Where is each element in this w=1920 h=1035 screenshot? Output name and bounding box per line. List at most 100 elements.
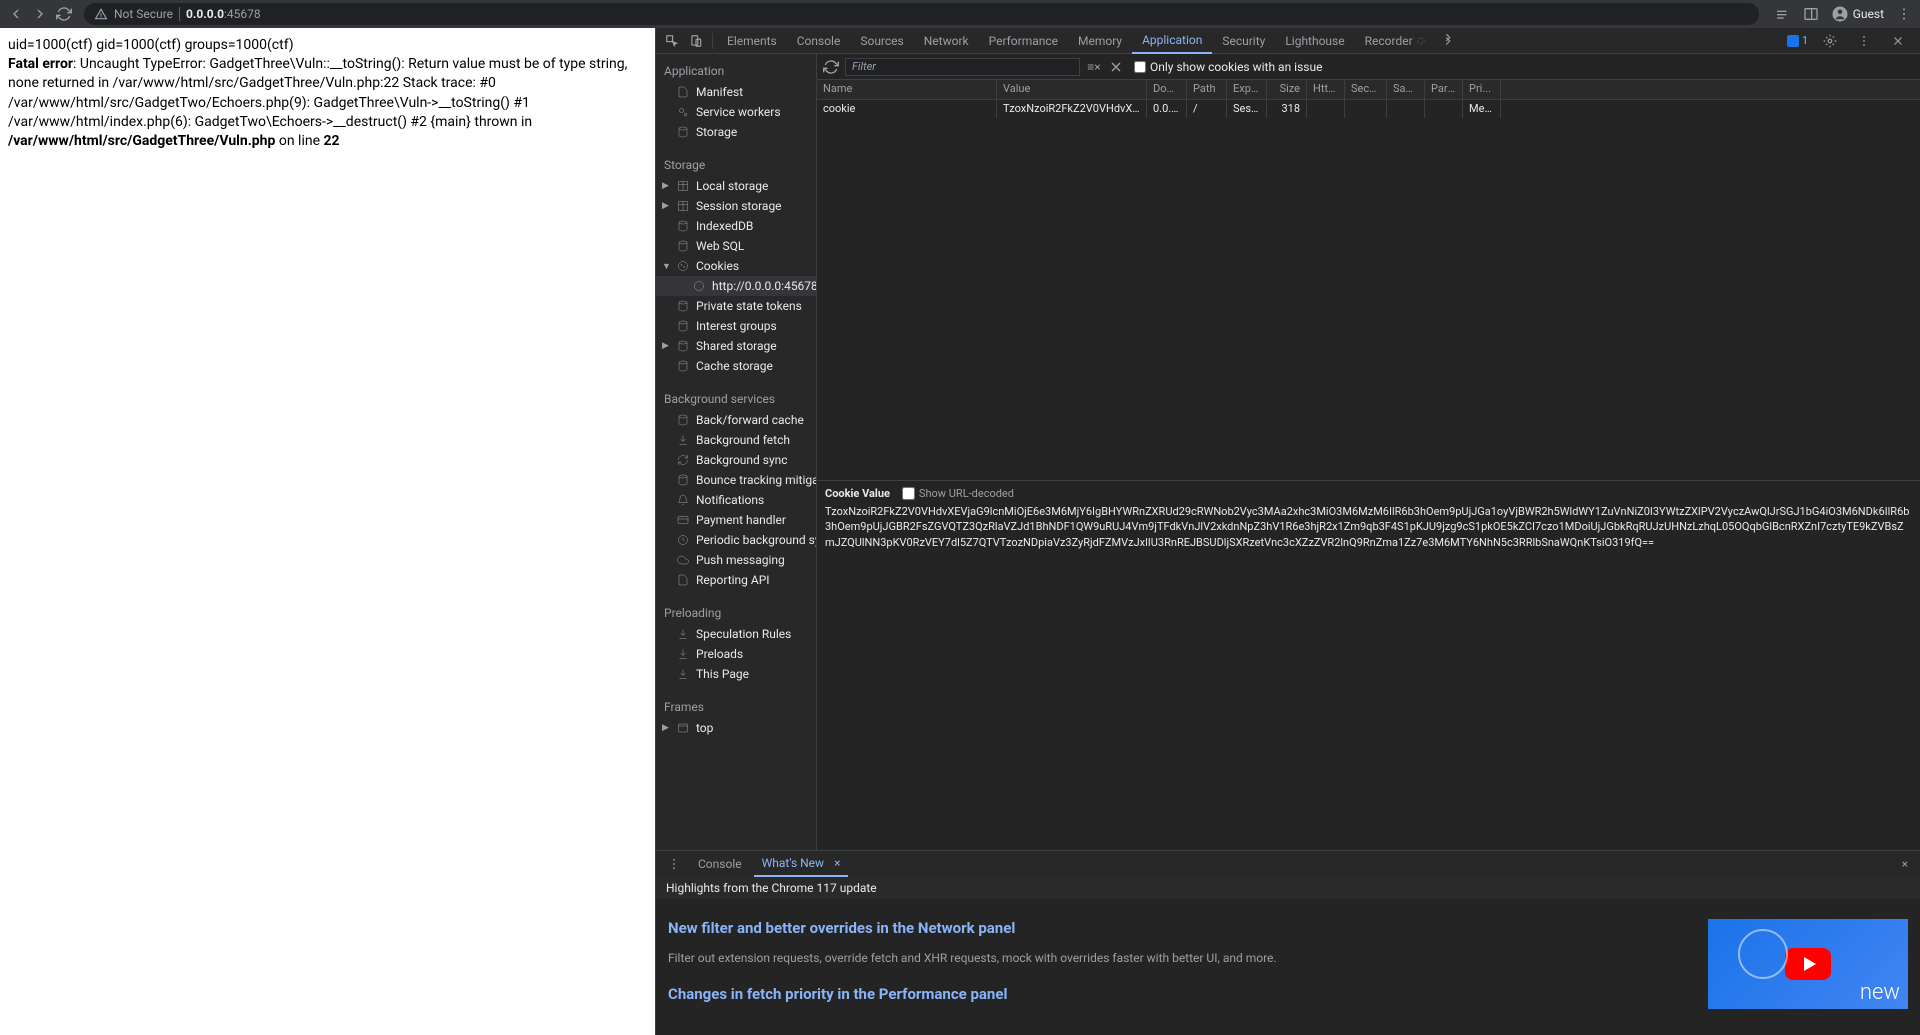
sidebar-item-bfcache[interactable]: Back/forward cache bbox=[656, 410, 816, 430]
only-issue-checkbox[interactable]: Only show cookies with an issue bbox=[1134, 60, 1322, 74]
sidebar-item-notifications[interactable]: Notifications bbox=[656, 490, 816, 510]
col-size[interactable]: Size bbox=[1267, 80, 1307, 99]
extensions-icon[interactable] bbox=[1775, 6, 1791, 22]
tab-sources[interactable]: Sources bbox=[850, 28, 913, 54]
col-secure[interactable]: Secure bbox=[1345, 80, 1387, 99]
drawer-tab-whatsnew[interactable]: What's New× bbox=[754, 851, 849, 877]
tab-application[interactable]: Application bbox=[1132, 28, 1212, 54]
section-background-services: Background services bbox=[656, 388, 816, 410]
cookie-value-panel: Cookie Value Show URL-decoded TzoxNzoiR2… bbox=[817, 480, 1920, 556]
more-tabs-icon[interactable] bbox=[1436, 34, 1460, 48]
application-sidebar: Application Manifest Service workers Sto… bbox=[656, 54, 817, 850]
panel-toggle-icon[interactable] bbox=[1803, 6, 1819, 22]
database-icon bbox=[676, 339, 690, 353]
sidebar-item-top[interactable]: ▶top bbox=[656, 718, 816, 738]
url-decoded-checkbox[interactable]: Show URL-decoded bbox=[902, 487, 1014, 500]
database-icon bbox=[676, 413, 690, 427]
forward-button[interactable] bbox=[32, 6, 48, 22]
sidebar-item-websql[interactable]: Web SQL bbox=[656, 236, 816, 256]
sidebar-item-interest-groups[interactable]: Interest groups bbox=[656, 316, 816, 336]
sidebar-item-reporting-api[interactable]: Reporting API bbox=[656, 570, 816, 590]
sidebar-item-service-workers[interactable]: Service workers bbox=[656, 102, 816, 122]
tab-lighthouse[interactable]: Lighthouse bbox=[1275, 28, 1354, 54]
sidebar-item-payment-handler[interactable]: Payment handler bbox=[656, 510, 816, 530]
drawer-subtitle: Highlights from the Chrome 117 update bbox=[656, 877, 1920, 899]
filter-input[interactable] bbox=[845, 58, 1080, 76]
cookie-table: Name Value Dom... Path Expir... Size Htt… bbox=[817, 80, 1920, 480]
devtools-drawer: Console What's New× × Highlights from th… bbox=[656, 850, 1920, 1035]
settings-icon[interactable] bbox=[1818, 34, 1842, 48]
tab-performance[interactable]: Performance bbox=[979, 28, 1068, 54]
section-storage: Storage bbox=[656, 154, 816, 176]
tab-recorder[interactable]: Recorder bbox=[1355, 28, 1436, 54]
section-frames: Frames bbox=[656, 696, 816, 718]
section-preloading: Preloading bbox=[656, 602, 816, 624]
sidebar-item-indexeddb[interactable]: IndexedDB bbox=[656, 216, 816, 236]
database-icon bbox=[676, 219, 690, 233]
file-icon bbox=[676, 85, 690, 99]
filter-regex-icon[interactable]: ≡× bbox=[1086, 59, 1102, 75]
close-devtools-icon[interactable] bbox=[1886, 34, 1910, 48]
col-path[interactable]: Path bbox=[1187, 80, 1227, 99]
col-name[interactable]: Name bbox=[817, 80, 997, 99]
sidebar-item-speculation-rules[interactable]: Speculation Rules bbox=[656, 624, 816, 644]
col-priority[interactable]: Pri... bbox=[1463, 80, 1501, 99]
profile-button[interactable]: Guest bbox=[1831, 5, 1884, 23]
refresh-icon[interactable] bbox=[823, 59, 839, 75]
reload-button[interactable] bbox=[56, 6, 72, 22]
whatsnew-video-thumb[interactable]: new bbox=[1708, 919, 1908, 1009]
sidebar-item-local-storage[interactable]: ▶Local storage bbox=[656, 176, 816, 196]
col-domain[interactable]: Dom... bbox=[1147, 80, 1187, 99]
sidebar-item-preloads[interactable]: Preloads bbox=[656, 644, 816, 664]
close-whatsnew-icon[interactable]: × bbox=[834, 856, 840, 870]
browser-toolbar: Not Secure 0.0.0.0:45678 Guest bbox=[0, 0, 1920, 28]
download-icon bbox=[676, 627, 690, 641]
sidebar-item-cookie-origin[interactable]: http://0.0.0.0:45678 bbox=[656, 276, 816, 296]
back-button[interactable] bbox=[8, 6, 24, 22]
kebab-icon[interactable] bbox=[1852, 34, 1876, 48]
tab-console[interactable]: Console bbox=[787, 28, 851, 54]
sidebar-item-cache-storage[interactable]: Cache storage bbox=[656, 356, 816, 376]
whatsnew-heading-2: Changes in fetch priority in the Perform… bbox=[668, 985, 1688, 1003]
sidebar-item-background-fetch[interactable]: Background fetch bbox=[656, 430, 816, 450]
sidebar-item-this-page[interactable]: This Page bbox=[656, 664, 816, 684]
col-partition[interactable]: Partit... bbox=[1425, 80, 1463, 99]
tab-elements[interactable]: Elements bbox=[717, 28, 787, 54]
col-value[interactable]: Value bbox=[997, 80, 1147, 99]
issues-badge[interactable]: 1 bbox=[1787, 34, 1808, 47]
sidebar-item-push-messaging[interactable]: Push messaging bbox=[656, 550, 816, 570]
col-samesite[interactable]: Sam... bbox=[1387, 80, 1425, 99]
device-icon[interactable] bbox=[684, 34, 708, 48]
sync-icon bbox=[676, 453, 690, 467]
sidebar-item-background-sync[interactable]: Background sync bbox=[656, 450, 816, 470]
sidebar-item-session-storage[interactable]: ▶Session storage bbox=[656, 196, 816, 216]
tab-memory[interactable]: Memory bbox=[1068, 28, 1132, 54]
sidebar-item-bounce-tracking[interactable]: Bounce tracking mitigations bbox=[656, 470, 816, 490]
drawer-tab-console[interactable]: Console bbox=[690, 851, 750, 877]
sidebar-item-cookies[interactable]: ▼Cookies bbox=[656, 256, 816, 276]
sidebar-item-storage[interactable]: Storage bbox=[656, 122, 816, 142]
sidebar-item-manifest[interactable]: Manifest bbox=[656, 82, 816, 102]
drawer-kebab-icon[interactable] bbox=[662, 857, 686, 871]
divider bbox=[179, 7, 180, 21]
avatar-icon bbox=[1831, 5, 1849, 23]
security-label: Not Secure bbox=[114, 7, 173, 21]
sidebar-item-private-state-tokens[interactable]: Private state tokens bbox=[656, 296, 816, 316]
clock-icon bbox=[676, 533, 690, 547]
sidebar-item-shared-storage[interactable]: ▶Shared storage bbox=[656, 336, 816, 356]
col-httponly[interactable]: Http... bbox=[1307, 80, 1345, 99]
sidebar-item-periodic-sync[interactable]: Periodic background sync bbox=[656, 530, 816, 550]
clear-icon[interactable] bbox=[1108, 59, 1124, 75]
col-expires[interactable]: Expir... bbox=[1227, 80, 1267, 99]
address-bar[interactable]: Not Secure 0.0.0.0:45678 bbox=[84, 3, 1759, 25]
section-application: Application bbox=[656, 60, 816, 82]
database-icon bbox=[676, 319, 690, 333]
tab-security[interactable]: Security bbox=[1212, 28, 1275, 54]
table-row[interactable]: cookie TzoxNzoiR2FkZ2V0VHdvXEVja... 0.0.… bbox=[817, 100, 1920, 118]
menu-button[interactable] bbox=[1896, 6, 1912, 22]
cookie-value-text[interactable]: TzoxNzoiR2FkZ2V0VHdvXEVjaG9lcnMiOjE6e3M6… bbox=[825, 504, 1912, 550]
inspect-icon[interactable] bbox=[660, 34, 684, 48]
cookies-panel: ≡× Only show cookies with an issue Name … bbox=[817, 54, 1920, 850]
tab-network[interactable]: Network bbox=[914, 28, 979, 54]
close-drawer-icon[interactable]: × bbox=[1896, 857, 1914, 871]
